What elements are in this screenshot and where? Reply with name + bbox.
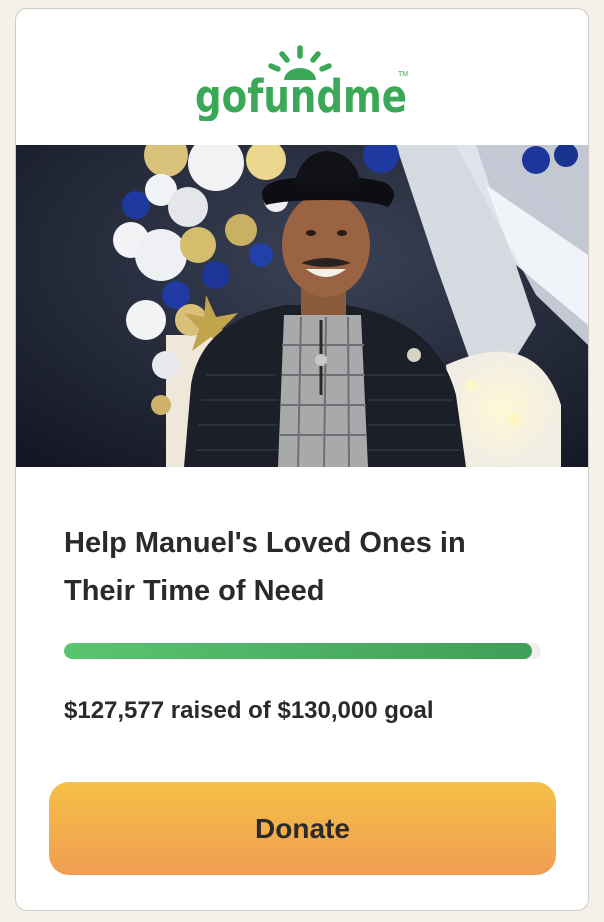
sunrise-logo-icon bbox=[268, 45, 332, 72]
brand-wordmark: gofundme bbox=[195, 70, 407, 121]
progress-bar-fill bbox=[64, 643, 532, 659]
trademark-mark: TM bbox=[398, 71, 408, 78]
fundraiser-card: gofundme TM Help Manuel's Loved Ones in … bbox=[15, 8, 589, 911]
donate-button[interactable]: Donate bbox=[49, 782, 556, 875]
amount-raised-text: $127,577 raised of $130,000 goal bbox=[64, 697, 434, 724]
campaign-photo bbox=[16, 145, 588, 467]
campaign-title: Help Manuel's Loved Ones in Their Time o… bbox=[64, 527, 466, 607]
logo-header: gofundme TM bbox=[16, 9, 588, 145]
progress-bar bbox=[64, 643, 541, 659]
gofundme-logo: gofundme TM bbox=[195, 45, 408, 121]
